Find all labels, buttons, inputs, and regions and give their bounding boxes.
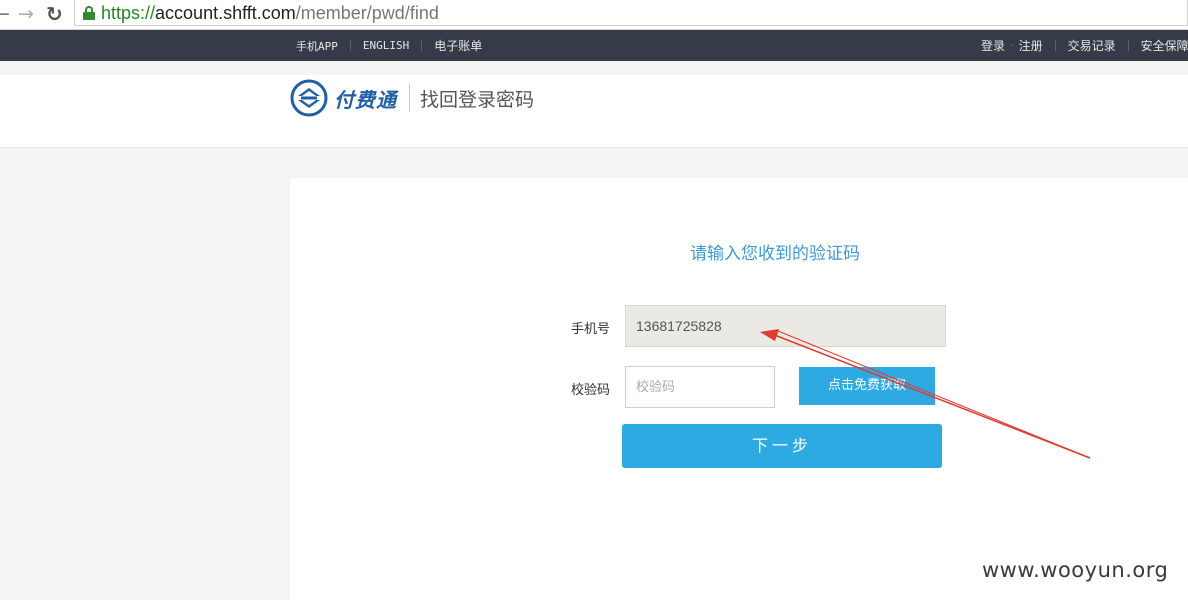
forward-icon[interactable]: → (18, 3, 34, 25)
site-logo[interactable]: 付费通 (290, 77, 410, 119)
header-gap (0, 61, 1188, 75)
nav-login[interactable]: 登录 (981, 37, 1005, 54)
url-path: /member/pwd/find (295, 3, 439, 23)
verification-code-input[interactable] (625, 366, 775, 408)
logo-mark-icon (290, 79, 328, 117)
top-nav-bar: 手机APP ENGLISH 电子账单 登录 - 注册 交易记录 安全保障 (0, 30, 1188, 61)
nav-security[interactable]: 安全保障 (1141, 37, 1188, 54)
nav-mobile-app[interactable]: 手机APP (296, 38, 338, 54)
nav-divider (1127, 40, 1129, 51)
nav-divider (349, 40, 351, 51)
page-title: 找回登录密码 (420, 89, 535, 111)
header-divider (409, 84, 410, 112)
reload-icon[interactable]: ↻ (46, 3, 63, 25)
nav-e-bill[interactable]: 电子账单 (434, 37, 482, 54)
logo-text: 付费通 (334, 87, 397, 112)
nav-register[interactable]: 注册 (1019, 37, 1043, 54)
top-nav-right: 登录 - 注册 交易记录 安全保障 (981, 30, 1188, 61)
phone-label: 手机号 (571, 322, 611, 337)
url-scheme: https:// (101, 3, 156, 23)
nav-transactions[interactable]: 交易记录 (1068, 37, 1116, 54)
get-code-button[interactable]: 点击免费获取 (799, 367, 935, 405)
browser-toolbar: ← → ↻ https://account.shfft.com/member/p… (0, 0, 1188, 30)
phone-field[interactable] (625, 305, 946, 347)
code-label: 校验码 (571, 383, 611, 398)
form-title: 请输入您收到的验证码 (690, 244, 860, 264)
nav-divider (1054, 40, 1056, 51)
watermark: www.wooyun.org (982, 558, 1169, 582)
url-text: https://account.shfft.com/member/pwd/fin… (101, 1, 439, 25)
back-icon[interactable]: ← (0, 3, 10, 25)
lock-icon (83, 6, 95, 20)
url-host: account.shfft.com (155, 3, 296, 23)
top-nav-left: 手机APP ENGLISH 电子账单 (296, 30, 482, 61)
nav-english[interactable]: ENGLISH (363, 39, 409, 52)
next-step-button[interactable]: 下一步 (622, 424, 942, 468)
nav-dot: - (1010, 40, 1014, 51)
nav-divider (421, 40, 423, 51)
address-bar[interactable]: https://account.shfft.com/member/pwd/fin… (74, 0, 1188, 26)
